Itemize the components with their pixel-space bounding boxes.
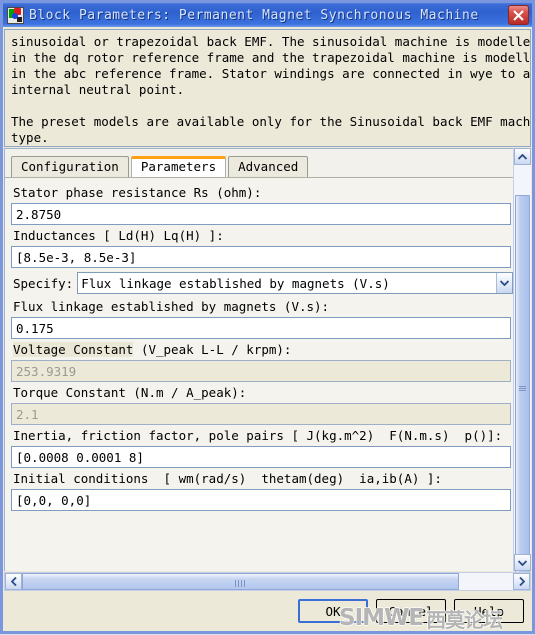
tab-advanced[interactable]: Advanced xyxy=(228,156,309,177)
parameters-tab-panel: Stator phase resistance Rs (ohm): 2.8750… xyxy=(5,177,513,511)
voltage-constant-input: 253.9319 xyxy=(11,360,511,382)
stator-resistance-input[interactable]: 2.8750 xyxy=(11,203,511,225)
specify-selected-value: Flux linkage established by magnets (V.s… xyxy=(81,275,390,291)
description-pane: sinusoidal or trapezoidal back EMF. The … xyxy=(4,29,531,147)
inductances-input[interactable]: [8.5e-3, 8.5e-3] xyxy=(11,246,511,268)
torque-constant-label: Torque Constant (N.m / A_peak): xyxy=(13,385,247,400)
voltage-constant-label-highlight: Voltage Constant xyxy=(13,342,134,357)
inductances-label: Inductances [ Ld(H) Lq(H) ]: xyxy=(13,228,224,243)
vertical-scrollbar[interactable] xyxy=(513,148,531,581)
simulink-block-icon xyxy=(7,6,24,24)
cancel-button-label: Cancel xyxy=(388,603,434,619)
horizontal-scroll-track[interactable] xyxy=(22,573,513,590)
initial-conditions-label: Initial conditions [ wm(rad/s) thetam(de… xyxy=(13,471,442,486)
tab-parameters[interactable]: Parameters xyxy=(130,156,227,177)
scroll-up-icon[interactable] xyxy=(514,148,531,165)
voltage-constant-label-rest: (V_peak L-L / krpm): xyxy=(133,342,292,357)
title-bar: Block Parameters: Permanent Magnet Synch… xyxy=(3,3,532,27)
scroll-left-icon[interactable] xyxy=(5,573,22,590)
parameters-scroll-content: Configuration Parameters Advanced Stator… xyxy=(4,148,513,571)
torque-constant-input: 2.1 xyxy=(11,403,511,425)
voltage-constant-label: Voltage Constant (V_peak L-L / krpm): xyxy=(5,339,513,360)
window-title: Block Parameters: Permanent Magnet Synch… xyxy=(29,7,479,23)
inertia-input[interactable]: [0.0008 0.0001 8] xyxy=(11,446,511,468)
description-text: sinusoidal or trapezoidal back EMF. The … xyxy=(11,34,530,145)
flux-linkage-input[interactable]: 0.175 xyxy=(11,317,511,339)
close-icon[interactable] xyxy=(508,5,529,25)
block-parameters-dialog: Block Parameters: Permanent Magnet Synch… xyxy=(0,0,535,634)
tab-configuration[interactable]: Configuration xyxy=(11,156,129,177)
scroll-right-icon[interactable] xyxy=(513,573,530,590)
horizontal-scrollbar[interactable] xyxy=(4,572,531,591)
chevron-down-icon[interactable] xyxy=(496,273,512,293)
stator-resistance-label: Stator phase resistance Rs (ohm): xyxy=(13,185,262,200)
help-button-label: Help xyxy=(473,603,505,619)
ok-button-label: OK xyxy=(325,603,341,619)
initial-conditions-input[interactable]: [0,0, 0,0] xyxy=(11,489,511,511)
ok-button[interactable]: OK xyxy=(298,599,368,623)
specify-select[interactable]: Flux linkage established by magnets (V.s… xyxy=(77,272,513,294)
flux-linkage-label: Flux linkage established by magnets (V.s… xyxy=(13,299,330,314)
specify-row: Specify: Flux linkage established by mag… xyxy=(5,268,513,296)
scroll-down-icon[interactable] xyxy=(514,554,531,571)
tab-bar: Configuration Parameters Advanced xyxy=(5,149,513,177)
dialog-button-bar: OK Cancel Help xyxy=(3,591,532,631)
horizontal-scroll-thumb[interactable] xyxy=(22,573,459,590)
help-button[interactable]: Help xyxy=(454,599,524,623)
inertia-label: Inertia, friction factor, pole pairs [ J… xyxy=(13,428,503,443)
specify-label: Specify: xyxy=(13,275,74,291)
vertical-scroll-thumb[interactable] xyxy=(515,195,530,581)
cancel-button[interactable]: Cancel xyxy=(376,599,446,623)
main-area: Configuration Parameters Advanced Stator… xyxy=(4,148,531,581)
